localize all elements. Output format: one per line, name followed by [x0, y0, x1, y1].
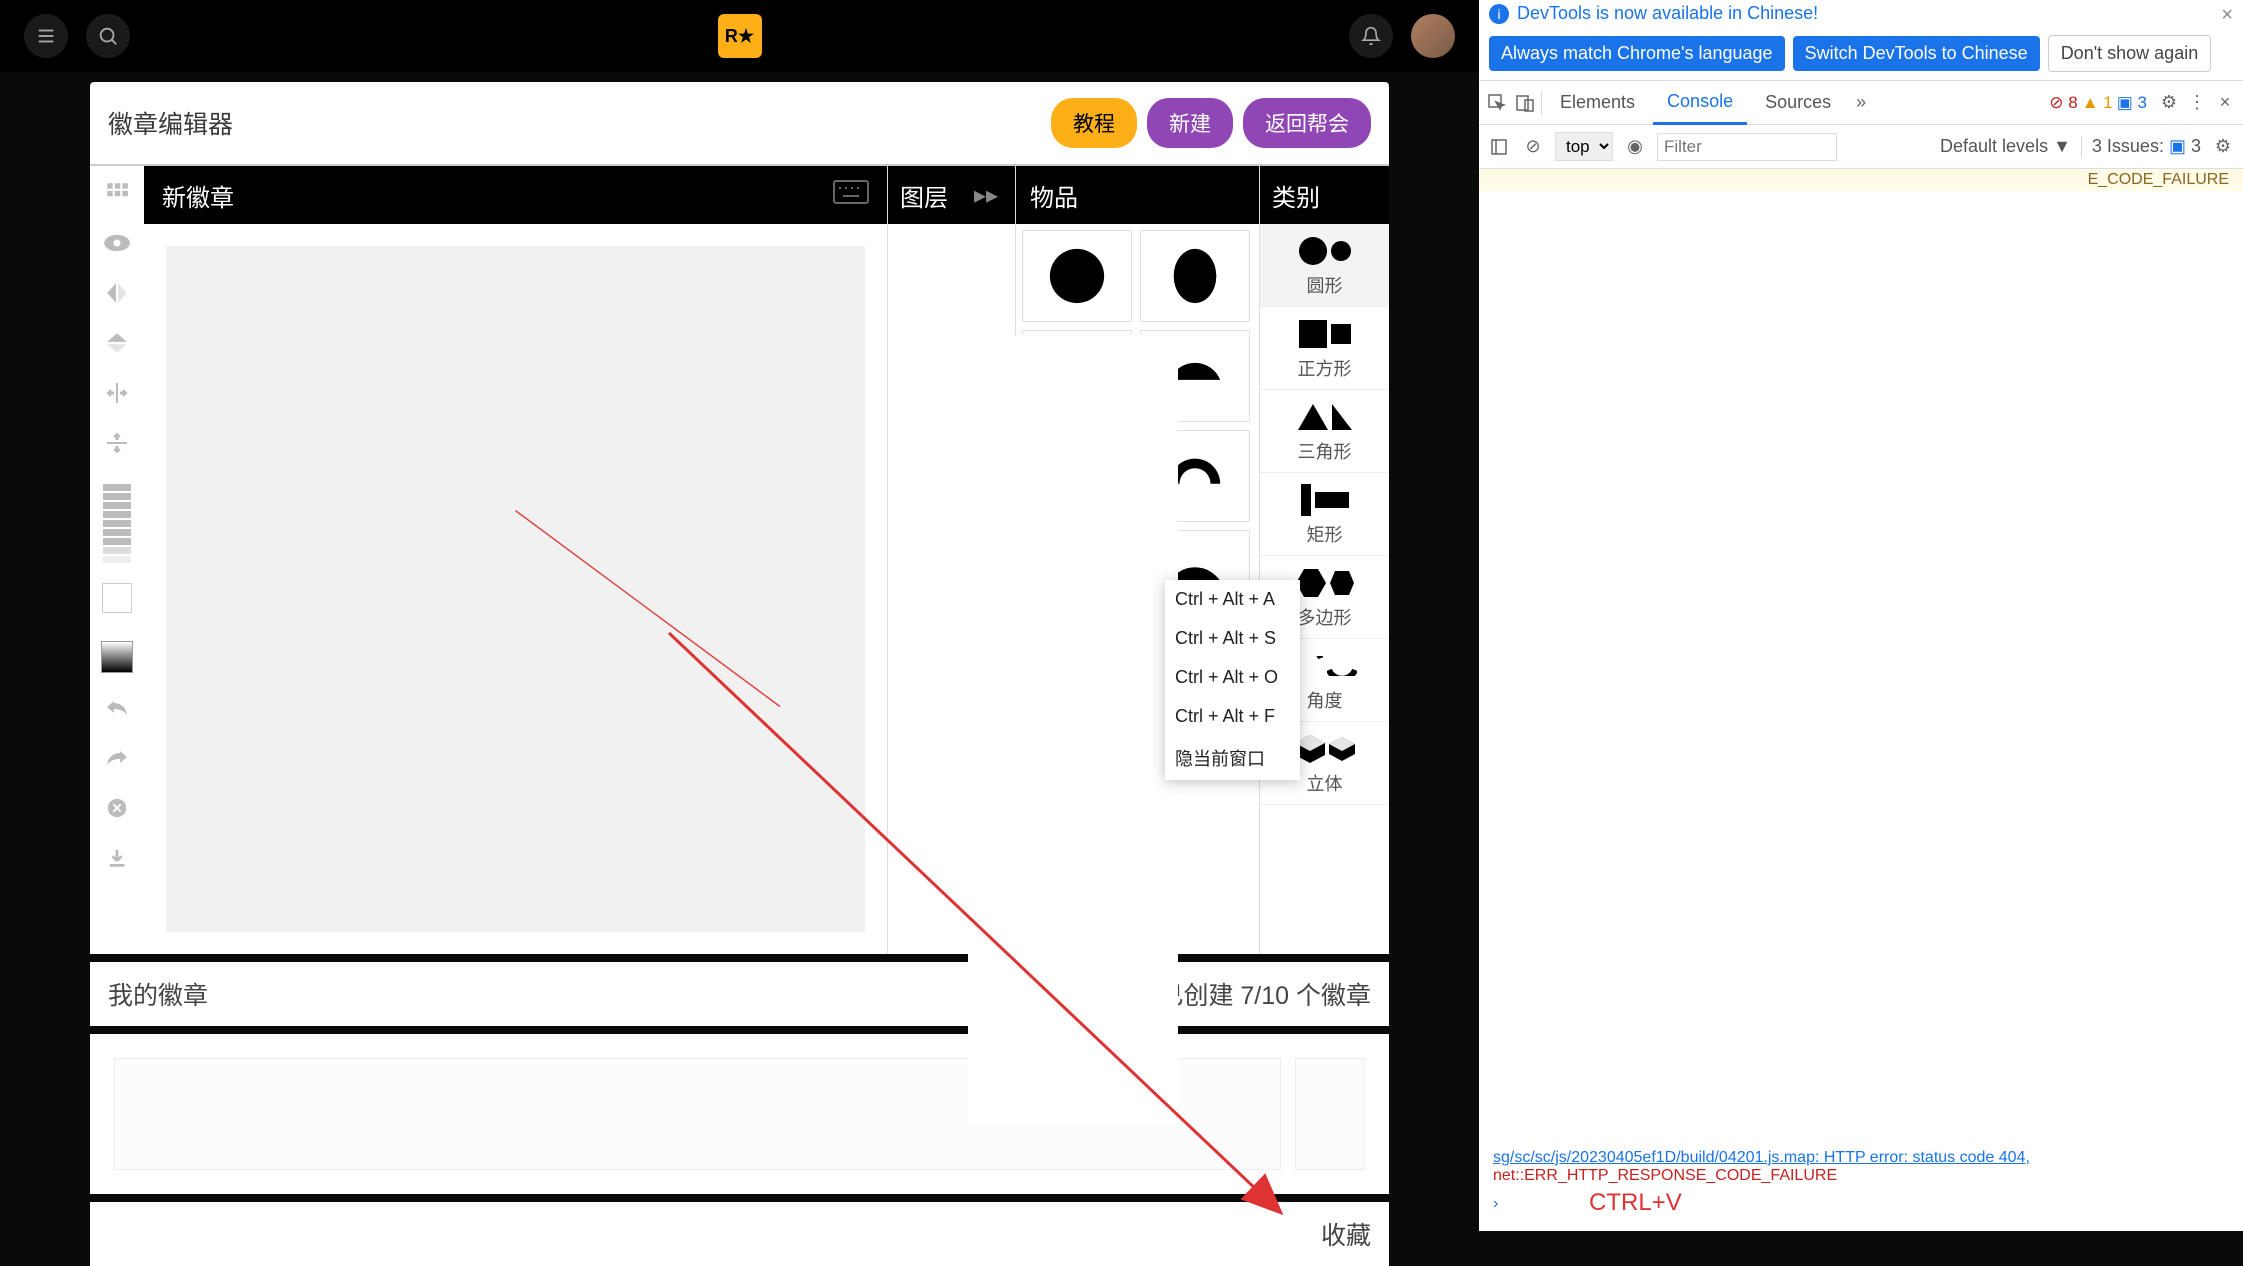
popup-item-f[interactable]: Ctrl + Alt + F	[1165, 697, 1300, 736]
download-icon[interactable]	[100, 843, 134, 873]
topbar: R★	[0, 0, 1479, 72]
notifications-icon[interactable]	[1349, 14, 1393, 58]
context-select[interactable]: top	[1555, 132, 1613, 161]
redo-icon[interactable]	[100, 743, 134, 773]
white-overlay	[968, 335, 1178, 1125]
undo-icon[interactable]	[100, 693, 134, 723]
grid-icon[interactable]	[100, 178, 134, 208]
keyboard-icon[interactable]	[833, 180, 869, 211]
flip-horizontal-icon[interactable]	[100, 278, 134, 308]
cat-square[interactable]: 正方形	[1260, 307, 1389, 390]
rockstar-app: R★ 徽章编辑器 教程 新建 返回帮会	[0, 0, 1479, 1231]
expand-layers-icon[interactable]: ▸▸	[974, 181, 998, 210]
dont-show-button[interactable]: Don't show again	[2048, 35, 2212, 72]
console-warning-tail: E_CODE_FAILURE	[1479, 169, 2243, 191]
categories-column: 类别 圆形 正方形 三角形 矩形	[1259, 166, 1389, 954]
categories-label: 类别	[1272, 178, 1320, 213]
live-expr-icon[interactable]: ◉	[1623, 135, 1647, 159]
flip-vertical-icon[interactable]	[100, 328, 134, 358]
align-v-icon[interactable]	[100, 428, 134, 458]
more-tabs-icon[interactable]: »	[1849, 91, 1873, 115]
popup-item-a[interactable]: Ctrl + Alt + A	[1165, 580, 1300, 619]
canvas[interactable]	[166, 246, 865, 932]
close-icon[interactable]: ×	[2221, 4, 2233, 27]
console-filter-bar: ⊘ top ◉ Default levels ▼ 3 Issues: ▣ 3 ⚙	[1479, 125, 2243, 169]
color-swatch[interactable]	[102, 583, 132, 613]
search-icon[interactable]	[86, 14, 130, 58]
item-circle[interactable]	[1022, 230, 1132, 322]
console-sidebar-icon[interactable]	[1487, 135, 1511, 159]
gradient-swatch[interactable]	[101, 641, 133, 673]
emblem-title: 新徽章	[144, 178, 833, 213]
emblem-gallery	[90, 1034, 1389, 1194]
devtools-info-bar: i DevTools is now available in Chinese! …	[1479, 0, 2243, 27]
language-bar: Always match Chrome's language Switch De…	[1479, 27, 2243, 81]
layers-label: 图层	[900, 178, 948, 213]
rockstar-logo[interactable]: R★	[718, 14, 762, 58]
editor-body: 新徽章 图层 ▸▸ 物品	[90, 164, 1389, 954]
created-count: 已创建 7/10 个徽章	[1158, 976, 1371, 1012]
new-button[interactable]: 新建	[1147, 98, 1233, 148]
visibility-icon[interactable]	[100, 228, 134, 258]
tab-elements[interactable]: Elements	[1546, 82, 1649, 123]
error-count[interactable]: ⊘ 8	[2049, 93, 2077, 113]
opacity-slider[interactable]	[103, 478, 131, 563]
cat-triangle[interactable]: 三角形	[1260, 390, 1389, 473]
tab-console[interactable]: Console	[1653, 81, 1747, 125]
always-match-button[interactable]: Always match Chrome's language	[1489, 36, 1785, 71]
console-settings-icon[interactable]: ⚙	[2211, 135, 2235, 159]
tab-sources[interactable]: Sources	[1751, 82, 1845, 123]
issues-link[interactable]: 3 Issues: ▣ 3	[2092, 136, 2201, 157]
warning-count[interactable]: ▲ 1	[2082, 93, 2113, 113]
devtools-tabbar: Elements Console Sources » ⊘ 8 ▲ 1 ▣ 3 ⚙…	[1479, 81, 2243, 125]
my-emblems-label: 我的徽章	[108, 976, 208, 1012]
ctrlv-annotation: CTRL+V	[1589, 1189, 1682, 1217]
align-h-icon[interactable]	[100, 378, 134, 408]
info-icon: i	[1489, 4, 1509, 24]
console-error: sg/sc/sc/js/20230405ef1D/build/04201.js.…	[1493, 1149, 2233, 1185]
tool-column	[90, 166, 144, 954]
avatar[interactable]	[1411, 14, 1455, 58]
back-button[interactable]: 返回帮会	[1243, 98, 1371, 148]
emblem-slot[interactable]	[1295, 1058, 1365, 1170]
switch-cn-button[interactable]: Switch DevTools to Chinese	[1793, 36, 2040, 71]
filter-input[interactable]	[1657, 133, 1837, 161]
device-icon[interactable]	[1513, 91, 1537, 115]
main-column: 新徽章	[144, 166, 887, 954]
favorites-header: 收藏	[90, 1202, 1389, 1266]
kebab-icon[interactable]: ⋮	[2185, 91, 2209, 115]
items-label: 物品	[1030, 178, 1078, 213]
popup-item-s[interactable]: Ctrl + Alt + S	[1165, 619, 1300, 658]
shortcut-popup: Ctrl + Alt + A Ctrl + Alt + S Ctrl + Alt…	[1165, 580, 1300, 780]
settings-icon[interactable]: ⚙	[2157, 91, 2181, 115]
delete-icon[interactable]	[100, 793, 134, 823]
console-prompt[interactable]: ›	[1493, 1195, 1498, 1213]
tutorial-button[interactable]: 教程	[1051, 98, 1137, 148]
cat-rect[interactable]: 矩形	[1260, 473, 1389, 556]
default-levels[interactable]: Default levels ▼	[1940, 136, 2071, 157]
close-devtools-icon[interactable]: ×	[2213, 91, 2237, 115]
devtools-info-text: DevTools is now available in Chinese!	[1517, 3, 1818, 24]
popup-item-hide[interactable]: 隐当前窗口	[1165, 736, 1300, 780]
inspect-icon[interactable]	[1485, 91, 1509, 115]
item-ellipse[interactable]	[1140, 230, 1250, 322]
favorites-label: 收藏	[1321, 1216, 1371, 1252]
page-title: 徽章编辑器	[108, 105, 1041, 141]
cat-circle[interactable]: 圆形	[1260, 224, 1389, 307]
my-emblems-header: 我的徽章 已创建 7/10 个徽章	[90, 962, 1389, 1026]
panel-header: 徽章编辑器 教程 新建 返回帮会	[90, 82, 1389, 164]
message-count[interactable]: ▣ 3	[2117, 93, 2153, 113]
popup-item-o[interactable]: Ctrl + Alt + O	[1165, 658, 1300, 697]
menu-icon[interactable]	[24, 14, 68, 58]
console-area[interactable]: E_CODE_FAILURE sg/sc/sc/js/20230405ef1D/…	[1479, 169, 2243, 1231]
devtools-panel: i DevTools is now available in Chinese! …	[1479, 0, 2243, 1231]
clear-console-icon[interactable]: ⊘	[1521, 135, 1545, 159]
